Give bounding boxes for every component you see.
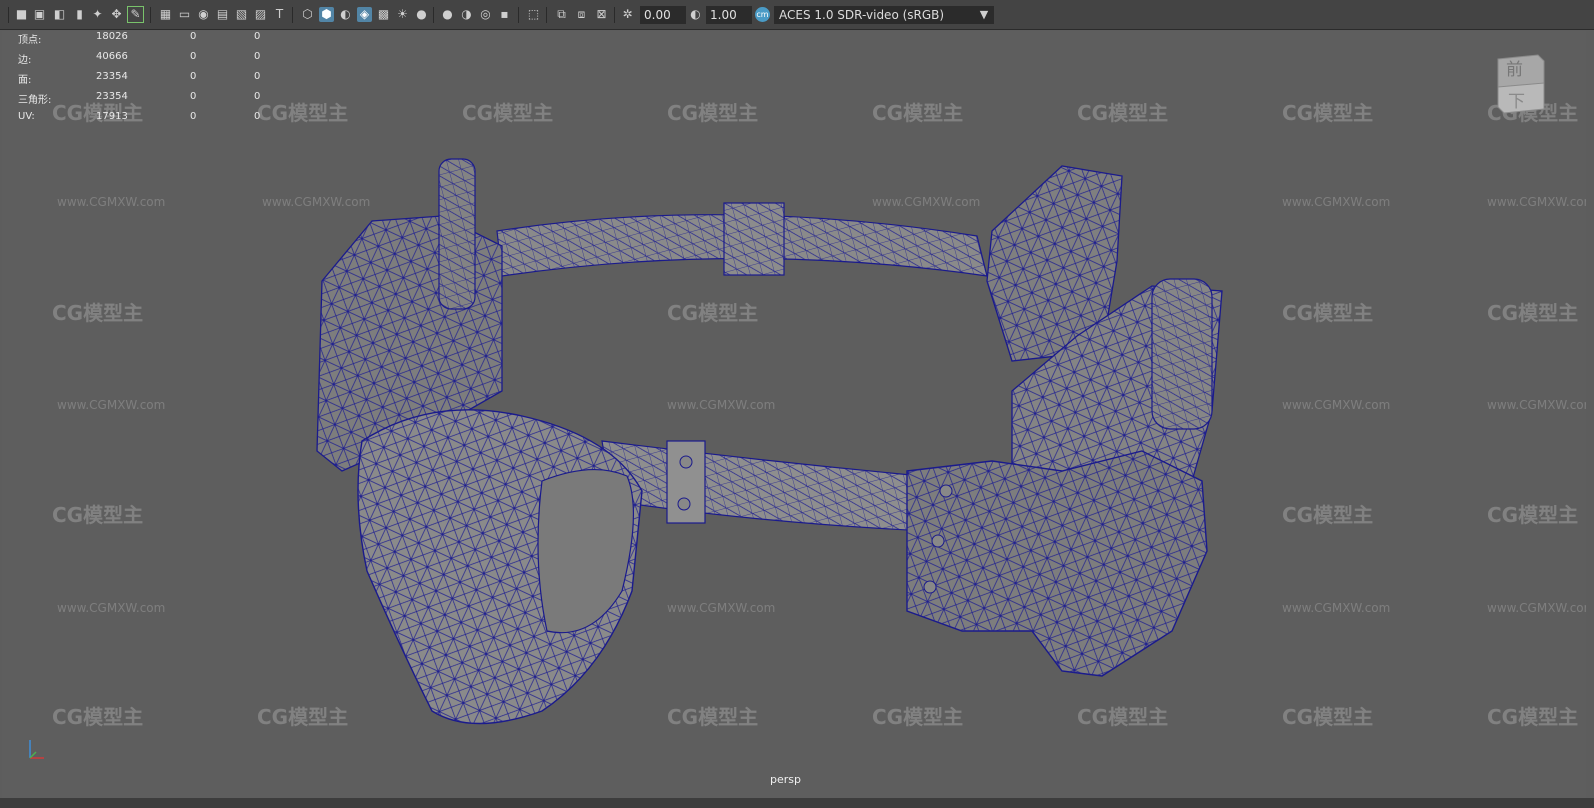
camera-label: persp xyxy=(770,773,801,786)
stats-value: 40666 xyxy=(96,51,128,62)
chevron-down-icon[interactable]: ▼ xyxy=(975,6,993,24)
stats-value-local: 0 xyxy=(254,111,261,122)
ambient-occlusion-icon[interactable]: ● xyxy=(440,7,455,22)
shadows-icon[interactable]: ● xyxy=(414,7,429,22)
xray-joints-icon[interactable]: ⧉ xyxy=(554,7,569,22)
stats-value: 17913 xyxy=(96,111,128,122)
gate-mask-icon[interactable]: ▤ xyxy=(215,7,230,22)
stats-value-selected: 0 xyxy=(190,71,197,82)
viewcube[interactable]: 前 下 xyxy=(1494,51,1546,117)
stats-value: 23354 xyxy=(96,71,128,82)
stats-value-selected: 0 xyxy=(190,91,197,102)
xray-active-icon[interactable]: ⧈ xyxy=(574,7,589,22)
stats-value-selected: 0 xyxy=(190,111,197,122)
belt-model-wireframe[interactable] xyxy=(2,31,1586,798)
motion-blur-icon[interactable]: ◑ xyxy=(459,7,474,22)
lights-icon[interactable]: ☀ xyxy=(395,7,410,22)
field-chart-icon[interactable]: ▧ xyxy=(234,7,249,22)
axis-gizmo-icon xyxy=(29,740,44,759)
image-plane-icon[interactable]: ▮ xyxy=(72,7,87,22)
stats-value-local: 0 xyxy=(254,71,261,82)
toolbar-separator xyxy=(546,7,547,23)
stats-value: 23354 xyxy=(96,91,128,102)
viewport-toolbar: ■ ▣ ◧ ▮ ✦ ✥ ✎ ▦ ▭ ◉ ▤ ▧ ▨ T ⬡ ⬢ ◐ ◈ ▩ ☀ … xyxy=(0,0,1594,30)
stats-value-selected: 0 xyxy=(190,31,197,42)
gamma-field[interactable]: 1.00 xyxy=(706,6,752,24)
xray-icon[interactable]: ▩ xyxy=(376,7,391,22)
gamma-icon[interactable]: ◐ xyxy=(688,7,703,22)
isolate-select-icon[interactable]: ⬚ xyxy=(526,7,541,22)
camera-icon[interactable]: ■ xyxy=(14,7,29,22)
safe-action-icon[interactable]: ▨ xyxy=(253,7,268,22)
stats-value-selected: 0 xyxy=(190,51,197,62)
belt-strap-front xyxy=(601,440,928,532)
stats-label: UV: xyxy=(18,111,35,122)
camera-attributes-icon[interactable]: ▣ xyxy=(32,7,47,22)
exposure-field[interactable]: 0.00 xyxy=(640,6,686,24)
resolution-gate-icon[interactable]: ◉ xyxy=(196,7,211,22)
stats-label: 三角形: xyxy=(18,95,52,106)
stats-label: 顶点: xyxy=(18,35,42,46)
grease-pencil-icon[interactable]: ✎ xyxy=(127,6,144,23)
frame-selected-icon[interactable]: ⊠ xyxy=(594,7,609,22)
toolbar-separator xyxy=(8,7,9,23)
exposure-icon[interactable]: ✲ xyxy=(620,7,635,22)
wireframe-icon[interactable]: ⬡ xyxy=(300,7,315,22)
front-left-pouch xyxy=(357,409,643,725)
belt-strap-back xyxy=(496,202,988,277)
safe-title-icon[interactable]: T xyxy=(272,7,287,22)
grid-icon[interactable]: ▦ xyxy=(158,7,173,22)
toolbar-separator xyxy=(150,7,151,23)
stats-value-local: 0 xyxy=(254,51,261,62)
color-management-icon[interactable]: cm xyxy=(755,7,770,22)
pan-zoom-icon[interactable]: ✥ xyxy=(109,7,124,22)
viewcube-front-label[interactable]: 前 xyxy=(1506,55,1523,80)
stats-value-local: 0 xyxy=(254,31,261,42)
viewcube-bottom-label[interactable]: 下 xyxy=(1508,87,1525,112)
anti-alias-icon[interactable]: ◎ xyxy=(478,7,493,22)
smooth-shade-icon[interactable]: ⬢ xyxy=(319,7,334,22)
right-holster xyxy=(906,450,1208,677)
toolbar-separator xyxy=(292,7,293,23)
time-slider-bar[interactable] xyxy=(0,798,1594,808)
select-camera-icon[interactable]: ✦ xyxy=(90,7,105,22)
stats-value: 18026 xyxy=(96,31,128,42)
toolbar-separator xyxy=(433,7,434,23)
toolbar-separator xyxy=(614,7,615,23)
3d-viewport[interactable]: CG模型主 CG模型主 CG模型主 CG模型主 CG模型主 CG模型主 CG模型… xyxy=(2,31,1586,798)
wireframe-on-shaded-icon[interactable]: ◈ xyxy=(357,7,372,22)
color-management-dropdown[interactable]: ACES 1.0 SDR-video (sRGB) xyxy=(774,6,994,24)
stats-label: 面: xyxy=(18,75,32,86)
flat-shade-icon[interactable]: ◐ xyxy=(338,7,353,22)
stats-label: 边: xyxy=(18,55,32,66)
depth-of-field-icon[interactable]: ▪ xyxy=(497,7,512,22)
film-gate-icon[interactable]: ▭ xyxy=(177,7,192,22)
stats-value-local: 0 xyxy=(254,91,261,102)
bookmark-icon[interactable]: ◧ xyxy=(52,7,67,22)
toolbar-separator xyxy=(518,7,519,23)
